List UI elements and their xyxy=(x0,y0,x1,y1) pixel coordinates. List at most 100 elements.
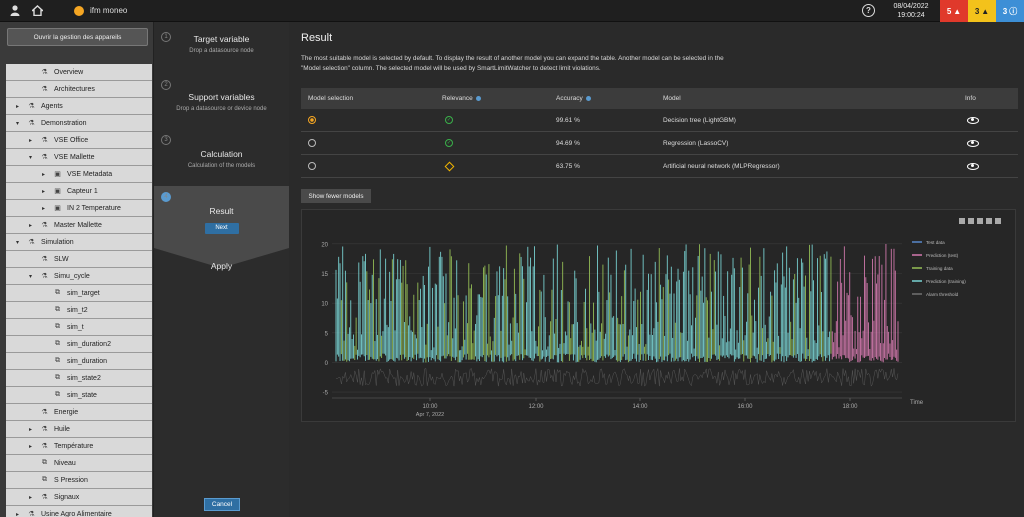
sidebar-item[interactable]: ⧉ sim_state2 xyxy=(6,370,152,387)
user-icon[interactable] xyxy=(8,4,22,18)
chevron-down-icon[interactable]: ▾ xyxy=(29,273,32,280)
chevron-right-icon[interactable]: ▸ xyxy=(29,137,32,144)
sidebar-item[interactable]: ⚗ SLW xyxy=(6,251,152,268)
sidebar-item[interactable]: ▸ ▣ VSE Metadata xyxy=(6,166,152,183)
sidebar-item[interactable]: ▾ ⚗ VSE Mallette xyxy=(6,149,152,166)
info-icon[interactable] xyxy=(475,95,481,101)
chevron-right-icon[interactable]: ▸ xyxy=(29,426,32,433)
legend-label: Prediction (training) xyxy=(926,279,966,284)
reset-zoom-icon[interactable] xyxy=(995,218,1001,224)
info-icon[interactable] xyxy=(585,95,591,101)
sidebar-item[interactable]: ▸ ⚗ Température xyxy=(6,438,152,455)
show-fewer-models-button[interactable]: Show fewer models xyxy=(301,189,371,203)
step-subtitle: Drop a datasource or device node xyxy=(176,106,267,112)
step-calculation[interactable]: 3 Calculation Calculation of the models xyxy=(154,135,289,169)
data-icon: ⧉ xyxy=(55,289,60,296)
col-relevance-label: Relevance xyxy=(442,95,473,102)
sidebar-item-label: sim_t2 xyxy=(67,306,88,314)
alert-warning-count: 3 xyxy=(974,6,980,16)
sidebar-item[interactable]: ▸ ▣ Capteur 1 xyxy=(6,183,152,200)
alert-info-badge[interactable]: 3 ⓘ xyxy=(996,0,1024,22)
sidebar-item-label: Température xyxy=(54,442,94,450)
legend-label: Alarm threshold xyxy=(926,292,959,297)
alert-critical-badge[interactable]: 5 ▲ xyxy=(940,0,968,22)
cancel-button[interactable]: Cancel xyxy=(204,498,240,511)
pan-icon[interactable] xyxy=(977,218,983,224)
y-tick-label: 20 xyxy=(321,242,328,248)
zoom-in-icon[interactable] xyxy=(959,218,965,224)
sidebar-item[interactable]: ▾ ⚗ Simulation xyxy=(6,234,152,251)
sensor-icon: ⚗ xyxy=(28,239,35,246)
time-text: 19:00:24 xyxy=(897,12,925,19)
sidebar-item[interactable]: ▸ ⚗ Agents xyxy=(6,98,152,115)
sidebar-item-label: Master Mallette xyxy=(54,221,102,229)
open-device-management-button[interactable]: Ouvrir la gestion des appareils xyxy=(7,28,148,46)
chevron-down-icon[interactable]: ▾ xyxy=(16,120,19,127)
app-brand[interactable]: ifm moneo xyxy=(74,5,127,16)
model-radio[interactable] xyxy=(308,139,316,147)
table-row[interactable]: ✓ 94.69 % Regression (LassoCV) xyxy=(301,132,1018,155)
sidebar-item[interactable]: ▸ ⚗ Usine Agro Alimentaire xyxy=(6,506,152,517)
sidebar-item-label: SLW xyxy=(54,255,69,263)
model-radio-selected[interactable] xyxy=(308,116,316,124)
sidebar-item[interactable]: ▾ ⚗ Demonstration xyxy=(6,115,152,132)
sidebar-item[interactable]: ⧉ sim_target xyxy=(6,285,152,302)
alert-info-count: 3 xyxy=(1002,6,1008,16)
sensor-icon: ⚗ xyxy=(41,273,48,280)
y-tick-label: -5 xyxy=(323,391,329,397)
chevron-down-icon[interactable]: ▾ xyxy=(29,154,32,161)
sidebar-item[interactable]: ⚗ Overview xyxy=(6,64,152,81)
sidebar-item[interactable]: ⧉ sim_state xyxy=(6,387,152,404)
device-icon: ▣ xyxy=(54,205,61,212)
chevron-down-icon[interactable]: ▾ xyxy=(16,239,19,246)
sidebar-item[interactable]: ⚗ Architectures xyxy=(6,81,152,98)
table-row[interactable]: ✓ 99.61 % Decision tree (LightGBM) xyxy=(301,109,1018,132)
sidebar-item-label: VSE Mallette xyxy=(54,153,95,161)
sidebar-item[interactable]: ⧉ sim_duration2 xyxy=(6,336,152,353)
step-target-variable[interactable]: 1 Target variable Drop a datasource node xyxy=(154,32,289,54)
sidebar-item[interactable]: ▾ ⚗ Simu_cycle xyxy=(6,268,152,285)
sensor-icon: ⚗ xyxy=(41,222,48,229)
help-icon[interactable]: ? xyxy=(862,4,875,17)
alert-warning-badge[interactable]: 3 ▲ xyxy=(968,0,996,22)
sidebar-item[interactable]: ▸ ▣ IN 2 Temperature xyxy=(6,200,152,217)
model-radio[interactable] xyxy=(308,162,316,170)
next-button[interactable]: Next xyxy=(204,223,239,234)
chevron-right-icon[interactable]: ▸ xyxy=(29,494,32,501)
step-result[interactable]: 4 Result Next xyxy=(154,192,289,234)
table-row[interactable]: 63.75 % Artificial neural network (MLPRe… xyxy=(301,155,1018,178)
sidebar-item[interactable]: ⧉ S Pression xyxy=(6,472,152,489)
step-support-variables[interactable]: 2 Support variables Drop a datasource or… xyxy=(154,80,289,112)
sidebar-item[interactable]: ⚗ Energie xyxy=(6,404,152,421)
chevron-right-icon[interactable]: ▸ xyxy=(29,443,32,450)
x-tick-label: 10:00 xyxy=(422,404,438,410)
col-accuracy[interactable]: Accuracy xyxy=(556,95,591,102)
sidebar-item[interactable]: ⧉ sim_t xyxy=(6,319,152,336)
sidebar-item[interactable]: ⧉ sim_duration xyxy=(6,353,152,370)
sidebar-item-label: sim_state xyxy=(67,391,97,399)
chevron-right-icon[interactable]: ▸ xyxy=(42,205,45,212)
home-icon[interactable] xyxy=(30,4,44,18)
chevron-right-icon[interactable]: ▸ xyxy=(16,103,19,110)
sidebar-item[interactable]: ▸ ⚗ VSE Office xyxy=(6,132,152,149)
sidebar-item[interactable]: ⧉ Niveau xyxy=(6,455,152,472)
zoom-out-icon[interactable] xyxy=(968,218,974,224)
sidebar-item[interactable]: ⧉ sim_t2 xyxy=(6,302,152,319)
x-tick-label: 16:00 xyxy=(737,404,753,410)
eye-icon[interactable] xyxy=(967,116,979,124)
chevron-right-icon[interactable]: ▸ xyxy=(16,511,19,517)
sidebar-item-label: Signaux xyxy=(54,493,80,501)
sidebar-item[interactable]: ▸ ⚗ Signaux xyxy=(6,489,152,506)
chevron-right-icon[interactable]: ▸ xyxy=(29,222,32,229)
col-relevance[interactable]: Relevance xyxy=(442,95,481,102)
chevron-right-icon[interactable]: ▸ xyxy=(42,188,45,195)
step-apply[interactable]: Apply xyxy=(154,261,289,271)
sidebar-item[interactable]: ▸ ⚗ Master Mallette xyxy=(6,217,152,234)
y-tick-label: 15 xyxy=(321,272,328,278)
chevron-right-icon[interactable]: ▸ xyxy=(42,171,45,178)
magnify-icon[interactable] xyxy=(986,218,992,224)
threshold-line xyxy=(335,368,899,387)
sidebar-item[interactable]: ▸ ⚗ Huile xyxy=(6,421,152,438)
eye-icon[interactable] xyxy=(967,162,979,170)
eye-icon[interactable] xyxy=(967,139,979,147)
